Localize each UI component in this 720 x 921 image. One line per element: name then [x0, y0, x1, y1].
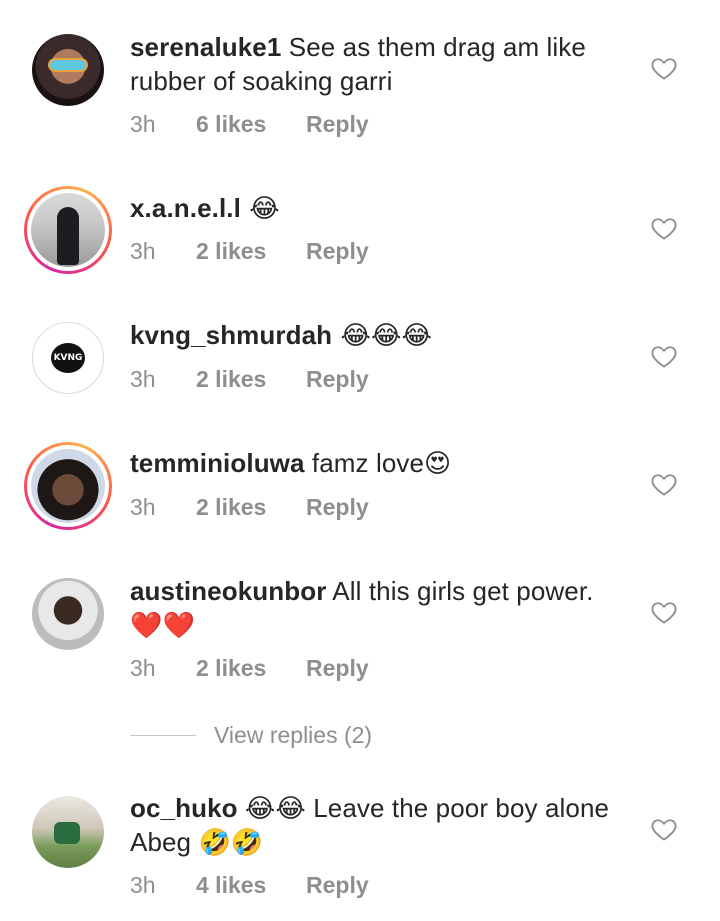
avatar-image — [32, 796, 104, 868]
comment-likes[interactable]: 2 likes — [196, 494, 306, 521]
comment-meta: 3h 2 likes Reply — [130, 494, 369, 521]
comment-text: kvng_shmurdah 😂😂😂 — [130, 318, 620, 353]
avatar[interactable]: KVNG — [32, 322, 104, 394]
reply-button[interactable]: Reply — [306, 872, 369, 899]
reply-button[interactable]: Reply — [306, 111, 369, 138]
comment-username[interactable]: kvng_shmurdah — [130, 320, 332, 350]
reply-button[interactable]: Reply — [306, 494, 369, 521]
comment-meta: 3h 6 likes Reply — [130, 111, 369, 138]
comment-text: temminioluwa famz love😍 — [130, 446, 620, 480]
comment-likes[interactable]: 2 likes — [196, 238, 306, 265]
heart-outline-icon[interactable] — [650, 54, 678, 82]
reply-button[interactable]: Reply — [306, 366, 369, 393]
comment-meta: 3h 2 likes Reply — [130, 655, 369, 682]
avatar-image — [32, 578, 104, 650]
comment-time: 3h — [130, 655, 156, 681]
avatar-image — [31, 449, 105, 523]
comment-meta: 3h 2 likes Reply — [130, 366, 369, 393]
avatar-image — [32, 34, 104, 106]
comment-username[interactable]: serenaluke1 — [130, 32, 281, 62]
comment-body: 😂😂😂 — [332, 321, 432, 351]
avatar[interactable] — [32, 578, 104, 650]
comment-time: 3h — [130, 111, 156, 137]
view-replies-divider — [130, 735, 196, 736]
comment-time: 3h — [130, 238, 156, 264]
comment-username[interactable]: temminioluwa — [130, 448, 305, 478]
avatar-image — [31, 193, 105, 267]
view-replies-label: View replies (2) — [214, 722, 373, 748]
reply-button[interactable]: Reply — [306, 655, 369, 682]
comment-meta: 3h 4 likes Reply — [130, 872, 369, 899]
comment-likes[interactable]: 6 likes — [196, 111, 306, 138]
heart-outline-icon[interactable] — [650, 214, 678, 242]
comment-text: x.a.n.e.l.l 😂 — [130, 191, 620, 226]
comment-likes[interactable]: 4 likes — [196, 872, 306, 899]
comment-text: oc_huko 😂😂 Leave the poor boy alone Abeg… — [130, 791, 620, 859]
kvng-logo: KVNG — [51, 343, 85, 373]
avatar[interactable] — [24, 442, 112, 530]
comment-likes[interactable]: 2 likes — [196, 655, 306, 682]
comment-text: serenaluke1 See as them drag am like rub… — [130, 30, 620, 98]
heart-outline-icon[interactable] — [650, 815, 678, 843]
avatar[interactable] — [32, 34, 104, 106]
comment-text: austineokunbor All this girls get power.… — [130, 574, 620, 642]
comment-body: 😂 — [240, 194, 280, 224]
heart-outline-icon[interactable] — [650, 470, 678, 498]
comment-time: 3h — [130, 872, 156, 898]
comment-meta: 3h 2 likes Reply — [130, 238, 369, 265]
avatar[interactable] — [24, 186, 112, 274]
heart-outline-icon[interactable] — [650, 598, 678, 626]
comment-time: 3h — [130, 494, 156, 520]
avatar[interactable] — [32, 796, 104, 868]
comment-username[interactable]: oc_huko — [130, 793, 238, 823]
avatar-image: KVNG — [32, 322, 104, 394]
comment-time: 3h — [130, 366, 156, 392]
comment-body: famz love😍 — [304, 448, 452, 478]
comment-username[interactable]: x.a.n.e.l.l — [130, 193, 241, 223]
comment-likes[interactable]: 2 likes — [196, 366, 306, 393]
view-replies-button[interactable]: View replies (2) — [130, 722, 372, 749]
heart-outline-icon[interactable] — [650, 342, 678, 370]
comment-username[interactable]: austineokunbor — [130, 576, 326, 606]
reply-button[interactable]: Reply — [306, 238, 369, 265]
